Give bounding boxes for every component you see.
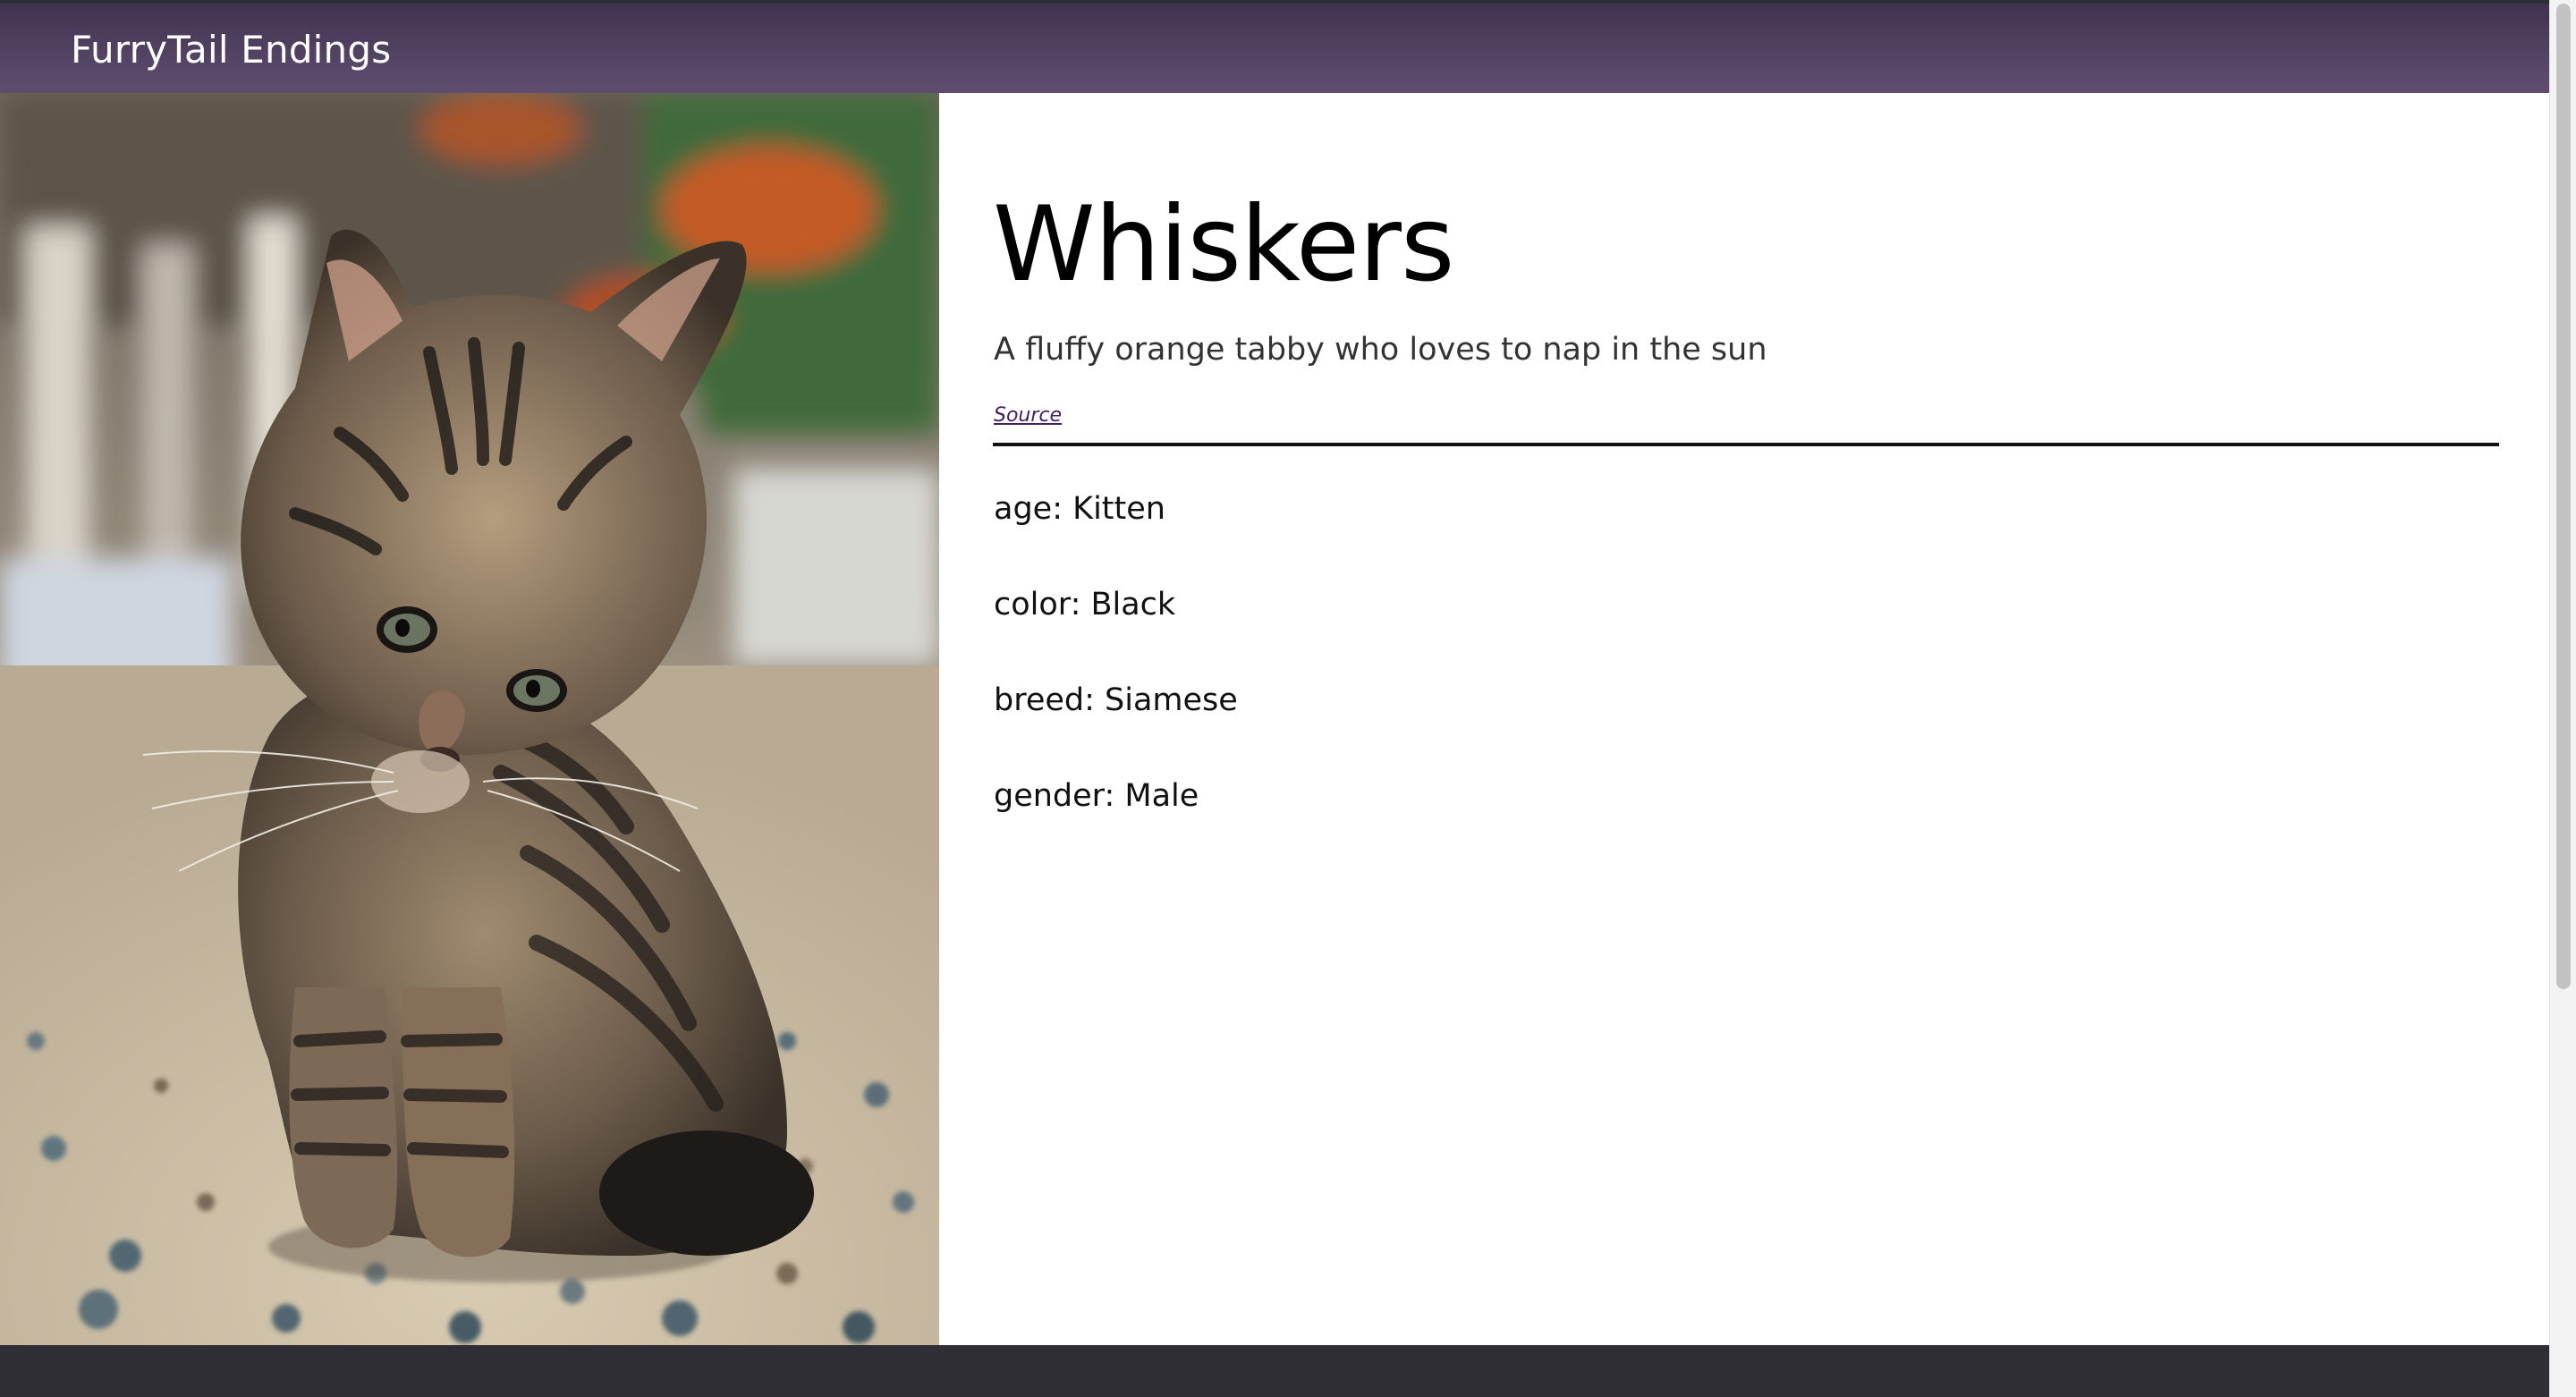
top-navbar: FurryTail Endings <box>0 0 2549 93</box>
divider <box>993 443 2499 446</box>
source-link[interactable]: Source <box>994 402 1062 429</box>
pet-photo <box>0 93 939 1345</box>
pet-details-panel: Whiskers A fluffy orange tabby who loves… <box>939 93 2549 1345</box>
brand-logo-text[interactable]: FurryTail Endings <box>71 23 391 77</box>
scrollbar-thumb[interactable] <box>2556 4 2571 989</box>
pet-attributes-list: age: Kitten color: Black breed: Siamese … <box>994 487 1238 869</box>
attribute-color: color: Black <box>994 587 1176 622</box>
attribute-gender: gender: Male <box>994 778 1199 814</box>
pet-detail-page: FurryTail Endings Whiskers A fluffy oran… <box>0 0 2576 1397</box>
vertical-scrollbar[interactable] <box>2549 0 2576 1397</box>
page-footer <box>0 1345 2549 1397</box>
attribute-breed: breed: Siamese <box>994 682 1238 718</box>
pet-description: A fluffy orange tabby who loves to nap i… <box>994 332 1767 368</box>
attribute-age: age: Kitten <box>994 491 1165 527</box>
pet-name-heading: Whiskers <box>993 184 1454 305</box>
